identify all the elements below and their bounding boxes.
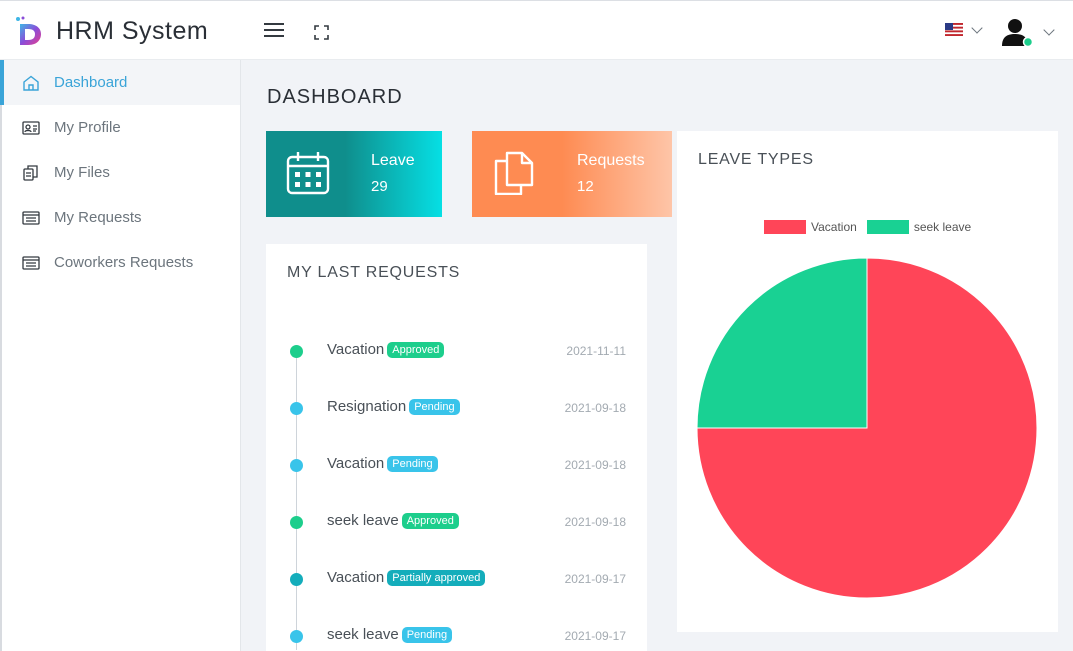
list-icon (22, 255, 40, 270)
request-type-label: Vacation (327, 569, 385, 586)
request-item[interactable]: Vacation Partially approved 2021-09-17 (266, 565, 647, 595)
request-item[interactable]: seek leave Approved 2021-09-18 (266, 508, 647, 538)
timeline-dot (290, 459, 303, 472)
timeline-dot (290, 630, 303, 643)
sidebar-item-label: Coworkers Requests (54, 254, 194, 271)
request-type: seek leave Pending (327, 626, 453, 643)
sidebar-item-label: My Files (54, 164, 110, 181)
request-type: Resignation Pending (327, 398, 460, 415)
sidebar-item-coworkers-requests[interactable]: Coworkers Requests (2, 240, 240, 285)
request-type-label: seek leave (327, 512, 399, 529)
legend-item-vacation[interactable]: Vacation (764, 220, 857, 234)
menu-toggle-icon[interactable] (264, 23, 284, 39)
fullscreen-icon[interactable] (314, 25, 329, 40)
sidebar-item-dashboard[interactable]: Dashboard (0, 60, 240, 105)
timeline-dot (290, 402, 303, 415)
requests-stat-card[interactable]: Requests 12 (472, 131, 672, 217)
leave-stat-card[interactable]: Leave 29 (266, 131, 442, 217)
status-badge: Approved (401, 513, 459, 529)
request-type: Vacation Pending (327, 455, 438, 472)
legend-label: Vacation (811, 220, 857, 234)
last-requests-title: MY LAST REQUESTS (287, 264, 461, 281)
calendar-icon (286, 152, 330, 195)
legend-swatch-seek-leave (866, 220, 909, 234)
home-icon (23, 75, 39, 91)
request-type: Vacation Approved (327, 341, 445, 358)
sidebar: Dashboard My Profile My Files My Request… (0, 60, 241, 651)
user-avatar-icon[interactable] (1001, 17, 1033, 47)
request-type-label: seek leave (327, 626, 399, 643)
status-badge: Pending (401, 627, 453, 643)
page-title: DASHBOARD (267, 86, 403, 108)
sidebar-item-label: My Profile (54, 119, 121, 136)
timeline-dot (290, 516, 303, 529)
brand[interactable]: HRM System (14, 15, 208, 47)
request-type-label: Vacation (327, 341, 385, 358)
request-date: 2021-11-11 (566, 344, 626, 358)
request-item[interactable]: Vacation Pending 2021-09-18 (266, 451, 647, 481)
request-type-label: Resignation (327, 398, 407, 415)
request-date: 2021-09-17 (564, 629, 626, 643)
status-badge: Pending (409, 399, 460, 415)
legend-item-seek-leave[interactable]: seek leave (866, 220, 972, 234)
legend-swatch-vacation (764, 220, 806, 234)
request-date: 2021-09-17 (564, 572, 626, 586)
request-type: Vacation Partially approved (327, 569, 486, 586)
timeline-dot (290, 345, 303, 358)
brand-logo-icon (16, 16, 41, 45)
request-item[interactable]: Resignation Pending 2021-09-18 (266, 394, 647, 424)
us-flag-icon[interactable] (945, 23, 963, 36)
leave-types-card: LEAVE TYPES Vacation seek leave (677, 131, 1058, 632)
top-bar: HRM System (0, 0, 1073, 60)
sidebar-item-my-files[interactable]: My Files (2, 150, 240, 195)
status-badge: Approved (387, 342, 445, 358)
status-badge: Pending (387, 456, 438, 472)
language-chevron-down-icon[interactable] (971, 22, 983, 34)
leave-stat-label: Leave (371, 152, 415, 169)
request-type-label: Vacation (327, 455, 385, 472)
user-menu-chevron-down-icon[interactable] (1043, 24, 1055, 36)
leave-types-title: LEAVE TYPES (698, 151, 814, 168)
sidebar-item-label: Dashboard (54, 74, 128, 91)
request-item[interactable]: seek leave Pending 2021-09-17 (266, 622, 647, 651)
files-icon (23, 164, 38, 181)
request-type: seek leave Approved (327, 512, 459, 529)
request-date: 2021-09-18 (564, 401, 626, 415)
leave-stat-value: 29 (371, 178, 388, 195)
list-icon (22, 210, 40, 225)
last-requests-card: MY LAST REQUESTS Vacation Approved 2021-11… (266, 244, 647, 651)
request-date: 2021-09-18 (564, 515, 626, 529)
sidebar-item-my-requests[interactable]: My Requests (2, 195, 240, 240)
request-item[interactable]: Vacation Approved 2021-11-11 (266, 337, 647, 367)
pie-slice-seek-leave[interactable] (697, 258, 868, 429)
sidebar-item-label: My Requests (54, 209, 142, 226)
request-date: 2021-09-18 (564, 458, 626, 472)
documents-icon (494, 151, 534, 195)
requests-stat-value: 12 (577, 178, 594, 195)
leave-types-pie-chart (697, 258, 1037, 598)
chart-legend: Vacation seek leave (764, 220, 981, 234)
timeline-dot (290, 573, 303, 586)
status-badge: Partially approved (387, 570, 486, 586)
app-title: HRM System (56, 16, 209, 45)
id-card-icon (22, 120, 40, 135)
legend-label: seek leave (913, 220, 972, 234)
requests-stat-label: Requests (577, 152, 645, 169)
sidebar-item-my-profile[interactable]: My Profile (2, 105, 240, 150)
